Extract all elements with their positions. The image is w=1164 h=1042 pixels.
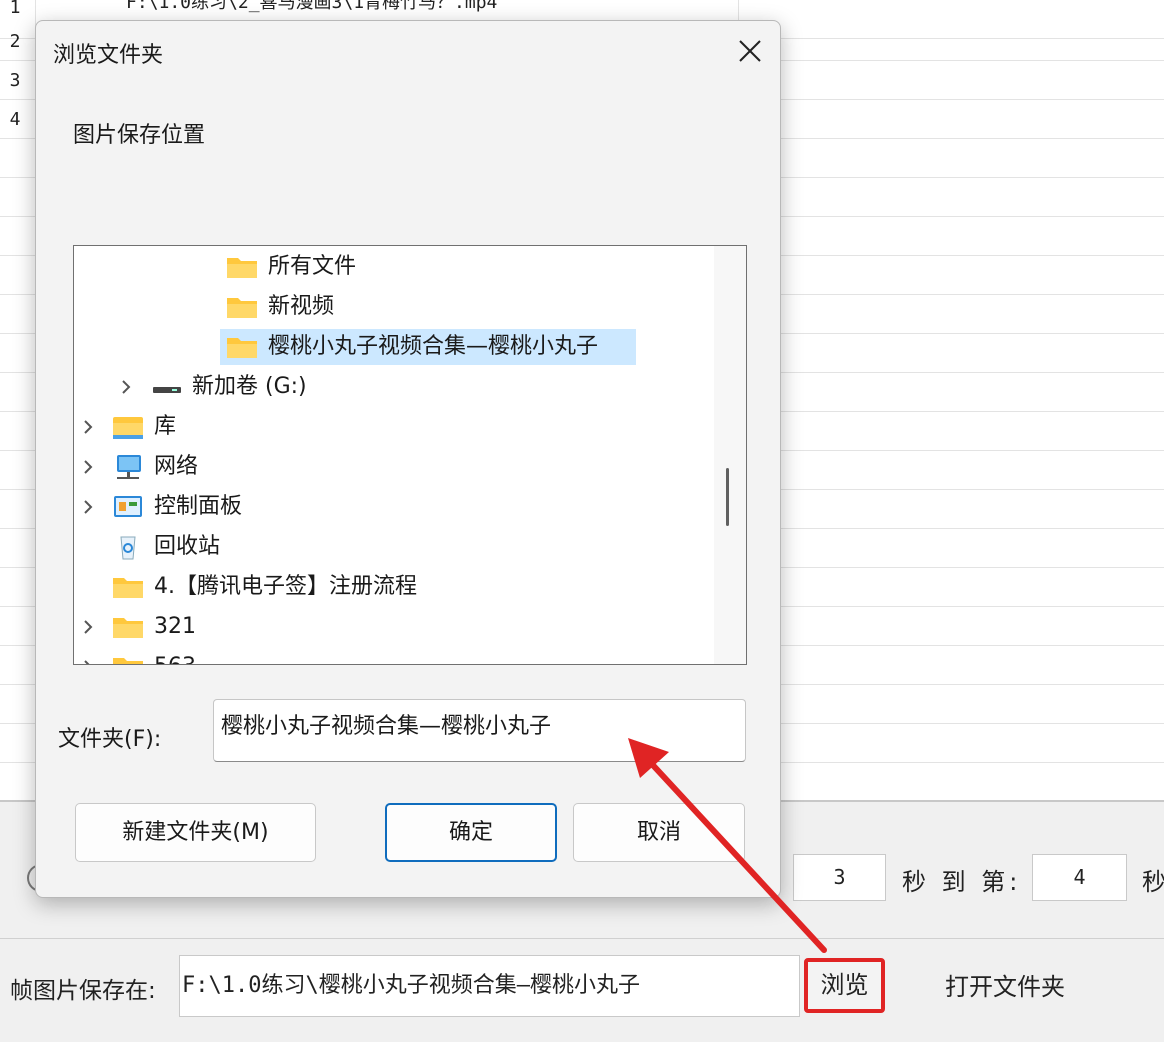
tree-item-label: 樱桃小丸子视频合集—樱桃小丸子 — [268, 334, 599, 359]
drive-icon — [153, 387, 181, 393]
tree-item-selected[interactable]: 樱桃小丸子视频合集—樱桃小丸子 — [220, 329, 636, 365]
tree-item-label: 回收站 — [154, 534, 221, 559]
row-number: 2 — [9, 31, 21, 52]
chevron-right-icon[interactable] — [118, 369, 134, 405]
browse-button[interactable]: 浏览 — [804, 958, 885, 1013]
chevron-right-icon[interactable] — [80, 409, 96, 445]
chevron-right-icon[interactable] — [80, 489, 96, 525]
end-seconds-input[interactable]: 4 — [1032, 854, 1127, 901]
tree-item[interactable]: 4.【腾讯电子签】注册流程 — [74, 569, 714, 605]
row-number: 4 — [9, 109, 21, 130]
start-seconds-input[interactable]: 3 — [793, 854, 886, 901]
tree-item-label: 321 — [154, 614, 196, 639]
save-path-input[interactable]: F:\1.0练习\樱桃小丸子视频合集—樱桃小丸子 — [179, 955, 800, 1017]
tree-item[interactable]: 回收站 — [74, 529, 714, 565]
folder-name-input[interactable]: 樱桃小丸子视频合集—樱桃小丸子 — [213, 699, 746, 762]
tree-item-label: 563 — [154, 649, 196, 664]
open-folder-button[interactable]: 打开文件夹 — [930, 962, 1080, 1012]
section-divider — [0, 938, 1164, 939]
tree-item-label: 控制面板 — [154, 494, 243, 519]
tree-item[interactable]: 所有文件 — [74, 249, 714, 285]
network-icon — [117, 455, 141, 479]
dialog-description: 图片保存位置 — [73, 123, 206, 148]
folder-tree[interactable]: 所有文件 新视频 樱桃小丸子视频合集—樱桃小丸子 新加卷 (G:) 库 网络 控… — [73, 245, 747, 665]
folder-icon — [227, 258, 257, 278]
row-file-path: F:\1.0练习\2_喜马漫画3\1青梅竹马？.mp4 — [126, 0, 498, 13]
tree-item[interactable]: 563 — [74, 649, 714, 665]
folder-icon — [227, 298, 257, 318]
chevron-right-icon[interactable] — [80, 609, 96, 645]
seconds-suffix-label: 秒 — [1142, 868, 1164, 896]
tree-item[interactable]: 控制面板 — [74, 489, 714, 525]
tree-item-label: 所有文件 — [268, 254, 357, 279]
new-folder-button[interactable]: 新建文件夹(M) — [75, 803, 316, 862]
chevron-right-icon[interactable] — [80, 449, 96, 485]
tree-item[interactable]: 新视频 — [74, 289, 714, 325]
browse-folder-dialog: 浏览文件夹 图片保存位置 所有文件 新视频 樱桃小丸子视频合集—樱桃小丸子 新加… — [35, 20, 781, 898]
to-seconds-label: 秒 到 第: — [902, 868, 1022, 896]
recycle-bin-icon — [120, 536, 136, 560]
tree-item-label: 网络 — [154, 454, 199, 479]
folder-icon — [113, 578, 143, 598]
row-number: 3 — [9, 70, 21, 91]
dialog-title: 浏览文件夹 — [53, 43, 164, 68]
close-icon[interactable] — [732, 33, 768, 69]
folder-icon — [113, 658, 143, 664]
save-location-label: 帧图片保存在: — [10, 978, 156, 1004]
tree-item[interactable]: 新加卷 (G:) — [74, 369, 714, 405]
library-icon — [113, 417, 143, 439]
tree-item-label: 新视频 — [268, 294, 335, 319]
scrollbar-track[interactable] — [714, 246, 746, 664]
scrollbar-thumb[interactable] — [726, 468, 729, 526]
folder-field-label: 文件夹(F): — [58, 727, 162, 752]
tree-item-label: 库 — [154, 414, 177, 439]
ok-button[interactable]: 确定 — [385, 803, 557, 862]
tree-item[interactable]: 321 — [74, 609, 714, 645]
folder-icon — [113, 618, 143, 638]
tree-item-label: 4.【腾讯电子签】注册流程 — [154, 574, 417, 599]
tree-item-label: 新加卷 (G:) — [192, 374, 307, 399]
chevron-right-icon[interactable] — [80, 649, 96, 665]
cancel-button[interactable]: 取消 — [573, 803, 745, 862]
control-panel-icon — [114, 496, 142, 517]
tree-item[interactable]: 网络 — [74, 449, 714, 485]
folder-icon — [227, 338, 257, 358]
tree-item[interactable]: 库 — [74, 409, 714, 445]
